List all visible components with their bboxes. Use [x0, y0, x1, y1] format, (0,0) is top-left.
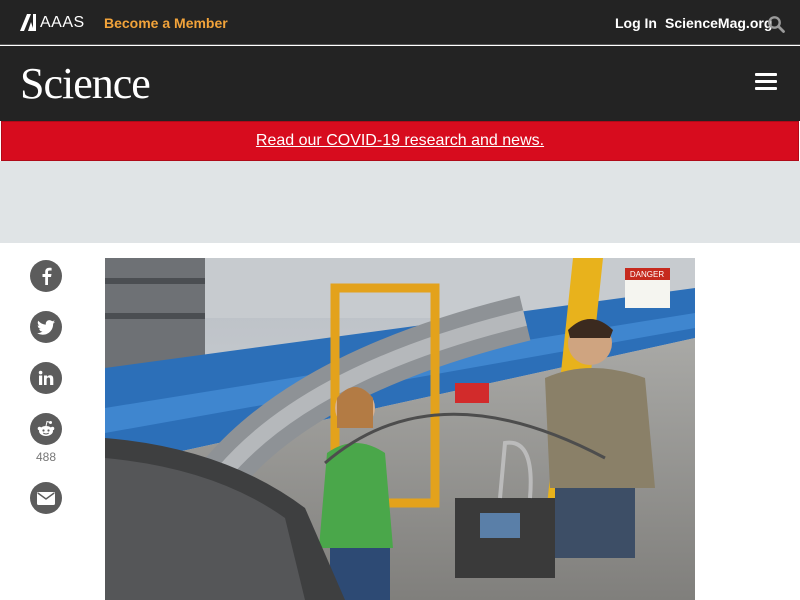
masthead: Science: [0, 46, 800, 121]
linkedin-icon: [38, 370, 54, 385]
facebook-share-button[interactable]: [30, 260, 62, 292]
lab-photo: DANGER: [105, 258, 695, 600]
aaas-mark-icon: [20, 14, 36, 31]
covid-banner: Read our COVID-19 research and news.: [1, 121, 799, 161]
science-logo[interactable]: Science: [20, 58, 151, 109]
reddit-icon: [37, 420, 55, 436]
facebook-icon: [42, 267, 52, 285]
become-member-link[interactable]: Become a Member: [104, 15, 228, 31]
email-share-button[interactable]: [30, 482, 62, 514]
aaas-logo[interactable]: AAAS: [20, 13, 85, 32]
article-hero-image: DANGER: [105, 258, 695, 600]
reddit-share-button[interactable]: [30, 413, 62, 445]
linkedin-share-button[interactable]: [30, 362, 62, 394]
reddit-share-count: 488: [35, 450, 57, 464]
search-icon[interactable]: [767, 15, 785, 33]
menu-icon[interactable]: [755, 73, 777, 93]
danger-sign-text: DANGER: [630, 270, 664, 279]
twitter-icon: [37, 319, 55, 335]
aaas-logo-text: AAAS: [40, 13, 85, 31]
covid-news-link[interactable]: Read our COVID-19 research and news.: [256, 132, 544, 150]
twitter-share-button[interactable]: [30, 311, 62, 343]
email-icon: [37, 491, 55, 505]
top-utility-bar: AAAS Become a Member Log In ScienceMag.o…: [0, 0, 800, 45]
ad-slot: [0, 161, 800, 243]
sciencemag-link[interactable]: ScienceMag.org: [665, 15, 772, 31]
login-link[interactable]: Log In: [615, 15, 657, 31]
